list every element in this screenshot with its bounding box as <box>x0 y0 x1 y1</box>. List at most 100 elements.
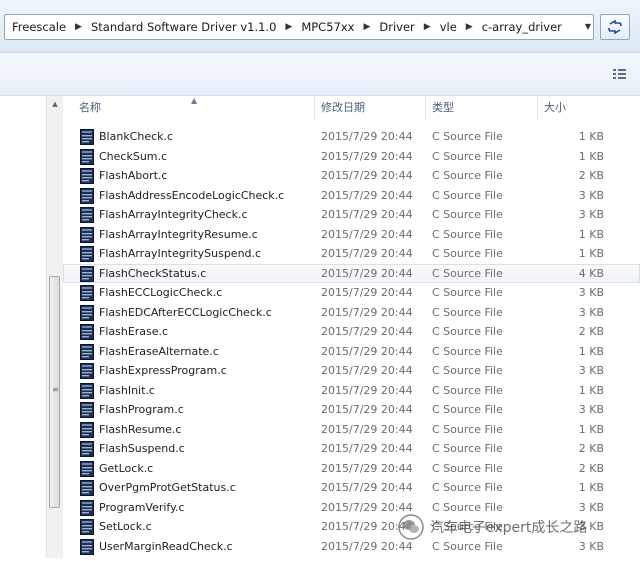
file-name[interactable]: FlashInit.c <box>99 381 155 401</box>
file-name[interactable]: FlashEraseAlternate.c <box>99 342 219 362</box>
breadcrumb[interactable]: Freescale ▶ Standard Software Driver v1.1.… <box>4 14 594 40</box>
file-name[interactable]: FlashArrayIntegrityCheck.c <box>99 205 248 225</box>
c-source-file-icon <box>80 246 94 262</box>
file-name[interactable]: ProgramVerify.c <box>99 498 185 518</box>
history-dropdown-button[interactable]: ▼ <box>580 14 596 38</box>
file-modified: 2015/7/29 20:44 <box>321 227 413 241</box>
navigation-scrollbar[interactable]: ▲ ≡ <box>46 96 63 558</box>
file-row[interactable]: FlashArrayIntegrityResume.c 2015/7/29 20:… <box>63 225 640 245</box>
chevron-right-icon[interactable]: ▶ <box>419 22 436 32</box>
file-type: C Source File <box>432 403 503 416</box>
file-name[interactable]: FlashAddressEncodeLogicCheck.c <box>99 186 284 206</box>
breadcrumb-item[interactable]: Standard Software Driver v1.1.0 <box>87 20 280 34</box>
file-row[interactable]: FlashErase.c 2015/7/29 20:44 C Source File… <box>63 322 640 342</box>
c-source-file-icon <box>80 421 94 438</box>
file-name[interactable]: OverPgmProtGetStatus.c <box>99 478 236 498</box>
scroll-up-arrow-icon[interactable]: ▲ <box>47 96 63 111</box>
file-size: 1 KB <box>578 344 604 358</box>
file-size: 3 KB <box>578 286 604 299</box>
scrollbar-thumb[interactable]: ≡ <box>49 276 60 508</box>
file-row[interactable]: FlashCheckStatus.c 2015/7/29 20:44 C Sourc… <box>63 263 640 284</box>
file-name[interactable]: FlashResume.c <box>99 420 181 440</box>
chevron-right-icon[interactable]: ▶ <box>461 22 478 32</box>
file-type: C Source File <box>432 227 503 241</box>
refresh-button[interactable] <box>600 14 630 40</box>
file-name[interactable]: FlashCheckStatus.c <box>99 264 206 284</box>
file-name[interactable]: GetLock.c <box>99 459 153 479</box>
file-modified: 2015/7/29 20:44 <box>321 208 413 221</box>
file-row[interactable]: OverPgmProtGetStatus.c 2015/7/29 20:44 C S… <box>63 478 640 498</box>
file-row[interactable]: GetLock.c 2015/7/29 20:44 C Source File 2 K… <box>63 459 640 479</box>
breadcrumb-item[interactable]: vle <box>436 20 461 34</box>
file-row[interactable]: FlashProgram.c 2015/7/29 20:44 C Source Fi… <box>63 400 640 420</box>
c-source-file-icon <box>80 343 94 360</box>
file-name[interactable]: FlashECCLogicCheck.c <box>99 283 222 303</box>
chevron-right-icon[interactable]: ▶ <box>70 22 87 32</box>
file-row[interactable]: FlashECCLogicCheck.c 2015/7/29 20:44 C Sou… <box>63 283 640 303</box>
file-row[interactable]: FlashArrayIntegritySuspend.c 2015/7/29 20… <box>63 244 640 264</box>
file-modified: 2015/7/29 20:44 <box>321 149 413 163</box>
file-row[interactable]: FlashExpressProgram.c 2015/7/29 20:44 C So… <box>63 361 640 381</box>
file-name[interactable]: FlashEDCAfterECCLogicCheck.c <box>99 303 272 323</box>
file-modified: 2015/7/29 20:44 <box>321 403 413 416</box>
file-name[interactable]: FlashAbort.c <box>99 166 167 186</box>
file-name[interactable]: FlashErase.c <box>99 322 168 342</box>
column-header-type[interactable]: 类型 <box>425 96 535 120</box>
file-type: C Source File <box>432 149 503 163</box>
c-source-file-icon <box>80 402 94 418</box>
c-source-file-icon <box>80 285 94 301</box>
file-name[interactable]: CheckSum.c <box>99 147 167 167</box>
file-size: 4 KB <box>578 266 604 280</box>
file-row[interactable]: FlashEraseAlternate.c 2015/7/29 20:44 C So… <box>63 342 640 362</box>
file-type: C Source File <box>432 169 503 182</box>
navigation-pane[interactable] <box>0 96 47 558</box>
breadcrumb-item[interactable]: MPC57xx <box>297 20 358 34</box>
file-row[interactable]: FlashInit.c 2015/7/29 20:44 C Source File 1… <box>63 381 640 401</box>
breadcrumb-item[interactable]: c-array_driver <box>478 20 566 34</box>
file-name[interactable]: FlashArrayIntegritySuspend.c <box>99 244 261 264</box>
file-row[interactable]: FlashResume.c 2015/7/29 20:44 C Source Fil… <box>63 420 640 440</box>
file-name[interactable]: SetLock.c <box>99 517 152 537</box>
change-view-button[interactable] <box>612 67 628 81</box>
file-type: C Source File <box>432 188 503 202</box>
file-name[interactable]: UserMarginReadCheck.c <box>99 537 233 557</box>
file-row[interactable]: FlashAddressEncodeLogicCheck.c 2015/7/29 … <box>63 186 640 206</box>
file-size: 3 KB <box>578 188 604 202</box>
file-list: BlankCheck.c 2015/7/29 20:44 C Source File… <box>63 127 640 556</box>
c-source-file-icon <box>80 441 94 457</box>
file-row[interactable]: FlashAbort.c 2015/7/29 20:44 C Source File… <box>63 166 640 186</box>
file-name[interactable]: FlashArrayIntegrityResume.c <box>99 225 258 245</box>
file-name[interactable]: FlashSuspend.c <box>99 439 185 459</box>
chevron-down-icon: ▼ <box>584 21 592 31</box>
file-row[interactable]: FlashEDCAfterECCLogicCheck.c 2015/7/29 20… <box>63 303 640 323</box>
file-modified: 2015/7/29 20:44 <box>321 247 413 260</box>
file-modified: 2015/7/29 20:44 <box>321 364 413 377</box>
column-header-modified[interactable]: 修改日期 <box>314 96 424 120</box>
column-header-size[interactable]: 大小 <box>537 96 637 120</box>
file-type: C Source File <box>432 422 503 436</box>
grip-icon: ≡ <box>52 385 59 394</box>
breadcrumb-item[interactable]: Freescale <box>5 20 70 34</box>
file-size: 3 KB <box>578 364 604 377</box>
file-type: C Source File <box>432 325 503 338</box>
file-row[interactable]: BlankCheck.c 2015/7/29 20:44 C Source File… <box>63 127 640 147</box>
c-source-file-icon <box>80 538 94 555</box>
file-size: 1 KB <box>578 149 604 163</box>
breadcrumb-item[interactable]: Driver <box>375 20 418 34</box>
file-type: C Source File <box>432 305 503 319</box>
chevron-right-icon[interactable]: ▶ <box>358 22 375 32</box>
file-size: 2 KB <box>578 169 604 182</box>
file-row[interactable]: FlashArrayIntegrityCheck.c 2015/7/29 20:4… <box>63 205 640 225</box>
file-type: C Source File <box>432 461 503 475</box>
file-row[interactable]: CheckSum.c 2015/7/29 20:44 C Source File 1 … <box>63 147 640 167</box>
sort-ascending-icon: ▲ <box>191 96 198 105</box>
file-name[interactable]: FlashProgram.c <box>99 400 184 420</box>
command-bar <box>0 53 640 96</box>
c-source-file-icon <box>80 129 94 145</box>
file-row[interactable]: FlashSuspend.c 2015/7/29 20:44 C Source Fi… <box>63 439 640 459</box>
chevron-right-icon[interactable]: ▶ <box>280 22 297 32</box>
file-modified: 2015/7/29 20:44 <box>321 130 413 143</box>
file-name[interactable]: FlashExpressProgram.c <box>99 361 227 381</box>
file-name[interactable]: BlankCheck.c <box>99 127 173 147</box>
c-source-file-icon <box>80 187 94 204</box>
